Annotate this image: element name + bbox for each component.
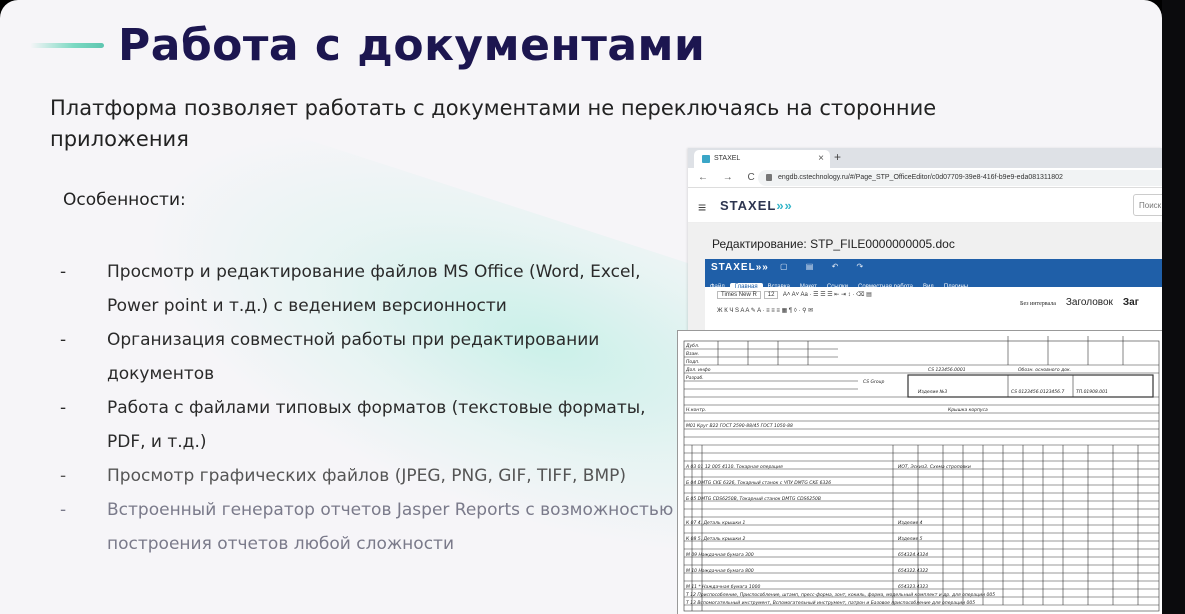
menu-icon[interactable]: ≡ (698, 199, 706, 215)
sheet-label: ТП.01908.001 (1076, 389, 1108, 395)
sheet-label: Крышка корпуса (948, 407, 988, 413)
sheet-label: Взам. (686, 351, 699, 357)
style-gallery: Без интервала Заголовок Заг (1020, 297, 1149, 308)
sheet-label: Изделие 5 (898, 536, 923, 542)
new-tab-icon[interactable]: + (834, 150, 841, 164)
style-heading[interactable]: Заголовок (1066, 297, 1113, 308)
style-no-spacing[interactable]: Без интервала (1020, 301, 1056, 307)
search-input[interactable]: Поиск (1133, 194, 1162, 216)
sheet-label: CS 0123456.0123456.7 (1011, 389, 1064, 395)
feature-item: - Просмотр и редактирование файлов MS Off… (60, 262, 641, 316)
sheet-label: 654323.4323 (898, 584, 928, 590)
text-format-icons[interactable]: Ж К Ч S A A ✎ A · ≡ ≡ ≡ ▦ ¶ ◊ · ⚲ ✉ (717, 308, 813, 314)
sheet-drawing: Дубл. Взам. Подп. Разраб. Н.контр. Дол. … (683, 336, 1160, 612)
sheet-label: Дубл. (685, 343, 699, 349)
lock-icon (766, 174, 772, 181)
screen-edge (1162, 0, 1185, 614)
ribbon-logo: STAXEL»» (711, 262, 769, 273)
sheet-label: М 11 * Наждачная бумага 1000 (686, 584, 760, 590)
close-icon[interactable]: × (818, 153, 824, 164)
slide-subtitle: Платформа позволяет работать с документа… (50, 96, 937, 151)
url-field[interactable]: engdb.cstechnology.ru/#/Page_STP_OfficeE… (758, 170, 1162, 186)
sheet-label: К 07 4. Деталь крышки 1 (686, 520, 745, 526)
sheet-label: Подп. (686, 359, 700, 365)
sheet-label: Н.контр. (686, 407, 706, 413)
sheet-label: Обозн. основного док. (1018, 367, 1071, 373)
sheet-label: М 10 Наждачная бумага 800 (686, 568, 754, 574)
ribbon-tabs: Файл Главная Вставка Макет Ссылки Совместная … (705, 275, 1162, 291)
staxel-favicon-icon (702, 155, 710, 163)
feature-item: - Работа с файлами типовых форматов (текс… (60, 398, 646, 452)
sheet-label: Дол. инфо (685, 367, 711, 373)
features-heading: Особенности: (63, 190, 186, 210)
sheet-label: Изделие №3 (918, 389, 947, 395)
feature-item: - Организация совместной работы при редак… (60, 330, 600, 384)
sheet-label: Изделие 4 (898, 520, 923, 526)
feature-item: - Просмотр графических файлов (JPEG, PNG,… (60, 466, 627, 486)
features-list: - Просмотр и редактирование файлов MS Off… (60, 255, 680, 561)
sheet-label: К 08 5. Деталь крышки 2 (686, 536, 745, 542)
font-size-select[interactable]: 12 (763, 291, 779, 299)
sheet-label: М 09 Наждачная бумага 300 (686, 552, 754, 558)
sheet-label: ИОТ, Эскиз3. Схема строповки (898, 464, 971, 470)
slide-title: Работа с документами (118, 20, 706, 71)
sheet-label: 654324.4324 (898, 552, 928, 558)
document-sheet: Дубл. Взам. Подп. Разраб. Н.контр. Дол. … (677, 330, 1162, 614)
sheet-label: Б 04 DMTG CKE 6326, Токарный станок с ЧП… (686, 480, 831, 486)
sheet-label: CS Group (863, 379, 884, 385)
sheet-label: 654322.4322 (898, 568, 928, 574)
title-accent-line (30, 43, 104, 48)
sheet-label: Разраб. (686, 375, 704, 381)
font-name-select[interactable]: Times New R (717, 291, 761, 299)
sheet-label: Т 12 Приспособление, Приспособление, шта… (686, 592, 995, 598)
office-ribbon: STAXEL»» ▢ ▤ ↶ ↷ Файл Главная Вставка Макет… (705, 259, 1162, 339)
sheet-label: CS 123456.0001 (928, 367, 966, 373)
ribbon-quick-icons[interactable]: ▢ ▤ ↶ ↷ (780, 262, 871, 271)
sheet-label: Б 05 DMTG CDS6250B, Токарный станок DMTG… (686, 496, 821, 502)
sheet-label: А 03 01 12 005 4110. Токарная операция (685, 464, 783, 470)
app-header: ≡ STAXEL»» Поиск (688, 188, 1162, 223)
style-heading-2[interactable]: Заг (1123, 297, 1139, 308)
sheet-label: Т 13 Вспомогательный инструмент, Вспомог… (686, 600, 975, 606)
sheet-label: М01 Круг В22 ГОСТ 2590-88/45 ГОСТ 1050-8… (686, 423, 793, 429)
feature-item: - Встроенный генератор отчетов Jasper Rep… (60, 500, 674, 554)
editor-title: Редактирование: STP_FILE0000000005.doc (712, 237, 955, 251)
font-format-icons[interactable]: A˄ A˅ Aa · ☰ ☰ ☰ ⇤ ⇥ ↕ · ⌫ ▤ (783, 292, 872, 298)
browser-tabbar: STAXEL × + (688, 148, 1162, 168)
presentation-slide: Работа с документами Платформа позволяет… (0, 0, 1162, 614)
app-logo: STAXEL»» (720, 198, 793, 213)
browser-addressbar: ← → C ⌂ engdb.cstechnology.ru/#/Page_STP… (688, 168, 1162, 188)
browser-tab[interactable]: STAXEL × (694, 150, 830, 168)
